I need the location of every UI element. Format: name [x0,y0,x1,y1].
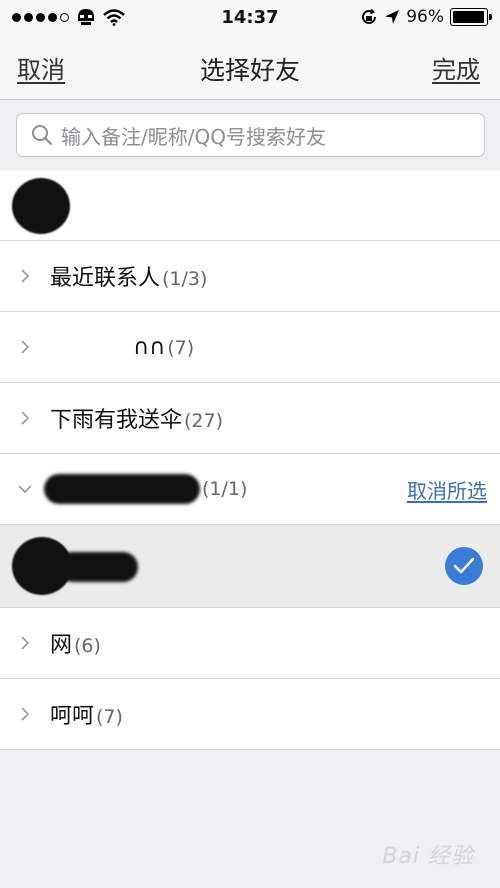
group-row-expanded[interactable]: (1/1) 取消所选 [0,454,500,525]
group-label: 下雨有我送伞 (27) [50,402,223,434]
battery-fill [453,11,484,23]
group-name: 呵呵 [50,704,95,729]
selected-check[interactable] [445,547,483,585]
signal-dot [24,12,33,22]
group-name: 最近联系人 [50,266,161,291]
group-label: 网 (6) [50,627,101,659]
group-row-net[interactable]: 网 (6) [0,608,500,679]
deselect-all-button[interactable]: 取消所选 [407,475,487,504]
group-count: (1/3) [162,268,208,290]
signal-dot [36,12,45,22]
done-button[interactable]: 完成 [432,50,480,85]
group-label: 最近联系人 (1/3) [50,260,207,292]
page-title: 选择好友 [199,56,300,85]
location-arrow-icon [385,10,400,24]
battery-icon [450,8,492,26]
signal-strength-icon [12,12,69,22]
redacted-group-name [44,474,200,504]
redacted-friend-name [58,552,138,582]
carrier-logo-icon [78,9,94,25]
signal-dot [12,12,21,22]
avatar [12,178,70,234]
checkmark-icon [453,557,475,574]
group-name: ∩∩ [133,334,166,360]
group-row-hehe[interactable]: 呵呵 (7) [0,679,500,750]
status-left [12,7,125,27]
status-bar: 14:37 96% [0,0,500,34]
selected-friend-row[interactable] [0,525,500,608]
group-label: ∩∩ (7) [133,335,194,360]
signal-dot [60,12,69,22]
search-placeholder: 输入备注/昵称/QQ号搜索好友 [61,124,326,149]
group-label: 呵呵 (7) [50,698,123,730]
self-account-row[interactable] [0,170,500,241]
chevron-down-icon [18,485,32,494]
group-row-recent-contacts[interactable]: 最近联系人 (1/3) [0,241,500,312]
group-name: 网 [50,633,73,658]
group-row-2[interactable]: ∩∩ (7) [0,312,500,383]
group-count: (7) [96,706,123,728]
status-right: 96% [360,7,492,27]
group-count: (1/1) [202,478,248,500]
group-label: (1/1) [200,478,247,500]
chevron-right-icon [21,636,30,650]
chevron-right-icon [21,340,30,354]
chevron-right-icon [21,707,30,721]
signal-dot [48,12,57,22]
search-input[interactable]: 输入备注/昵称/QQ号搜索好友 [16,113,485,157]
group-row-3[interactable]: 下雨有我送伞 (27) [0,383,500,454]
chevron-right-icon [21,411,30,425]
search-area: 输入备注/昵称/QQ号搜索好友 [0,100,500,170]
navigation-bar: 取消 选择好友 完成 [0,34,500,100]
battery-percentage: 96% [406,7,444,27]
group-count: (27) [184,410,224,432]
wifi-icon [103,8,125,26]
group-count: (6) [74,635,101,657]
watermark: Bai 经验 [382,844,474,869]
group-count: (7) [167,336,195,359]
group-name: 下雨有我送伞 [50,408,183,433]
rotation-lock-icon [362,8,377,24]
search-icon [32,125,53,146]
chevron-right-icon [21,269,30,283]
